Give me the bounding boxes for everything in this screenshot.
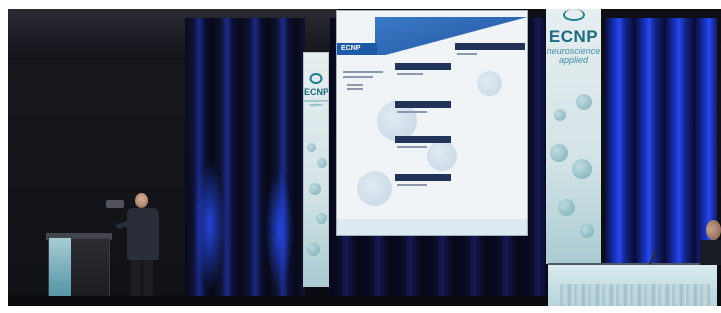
conference-stage-photo: ECNP neuroscience applied ECNP neuroscie…	[0, 0, 721, 313]
slide-molecule-graphic	[427, 141, 457, 171]
ecnp-banner-right: ECNP neuroscience applied	[546, 9, 601, 264]
slide-text-line	[397, 73, 423, 75]
projection-screen: ECNP	[336, 10, 528, 236]
molecule-graphic	[554, 109, 566, 121]
seated-panelist-head	[706, 220, 721, 240]
molecule-graphic	[558, 199, 575, 216]
photo-border-bottom	[0, 306, 721, 313]
slide-session-bar	[395, 101, 451, 108]
molecule-graphic	[317, 158, 327, 168]
slide-molecule-graphic	[357, 171, 392, 206]
photo-border-top	[0, 0, 721, 9]
stage-light	[106, 200, 124, 208]
ecnp-banner-left: ECNP neuroscience applied	[303, 52, 329, 287]
slide-text-line	[457, 53, 477, 55]
molecule-graphic	[580, 224, 594, 238]
slide-text-line	[397, 146, 427, 148]
banner-tagline: neuroscience applied	[546, 46, 601, 66]
molecule-graphic	[307, 243, 320, 256]
lectern-branding-panel	[49, 238, 71, 304]
slide-logo: ECNP	[341, 45, 361, 52]
photo-border-left	[0, 0, 8, 313]
slide-session-bar	[455, 43, 525, 50]
molecule-graphic	[307, 143, 316, 152]
slide-session-bar	[395, 136, 451, 143]
molecule-graphic	[316, 213, 327, 224]
slide-text-line	[347, 84, 363, 86]
banner-brand-text: ECNP	[548, 27, 599, 46]
banner-brand-text: ECNP	[304, 87, 329, 97]
slide-text-line	[397, 111, 427, 113]
slide-session-bar	[395, 174, 451, 181]
slide-footer	[337, 219, 527, 235]
slide-text-line	[397, 184, 427, 186]
speaker-body	[127, 208, 159, 260]
slide-text-line	[343, 71, 383, 73]
banner-tagline: neuroscience applied	[304, 98, 328, 108]
slide-text-line	[347, 88, 363, 90]
speaker-head	[135, 193, 148, 208]
molecule-graphic	[572, 159, 592, 179]
blue-uplight	[265, 170, 293, 290]
table-skyline-graphic	[560, 284, 710, 306]
ecnp-logo-icon	[562, 9, 585, 21]
molecule-graphic	[550, 144, 568, 162]
blue-uplight	[195, 160, 225, 290]
seated-panelist-body	[700, 240, 721, 265]
stage-floor	[8, 296, 548, 306]
molecule-graphic	[309, 183, 321, 195]
ecnp-logo-icon	[309, 73, 323, 84]
molecule-graphic	[576, 94, 592, 110]
slide-molecule-graphic	[477, 71, 502, 96]
slide-session-bar	[395, 63, 451, 70]
slide-text-line	[343, 76, 373, 78]
